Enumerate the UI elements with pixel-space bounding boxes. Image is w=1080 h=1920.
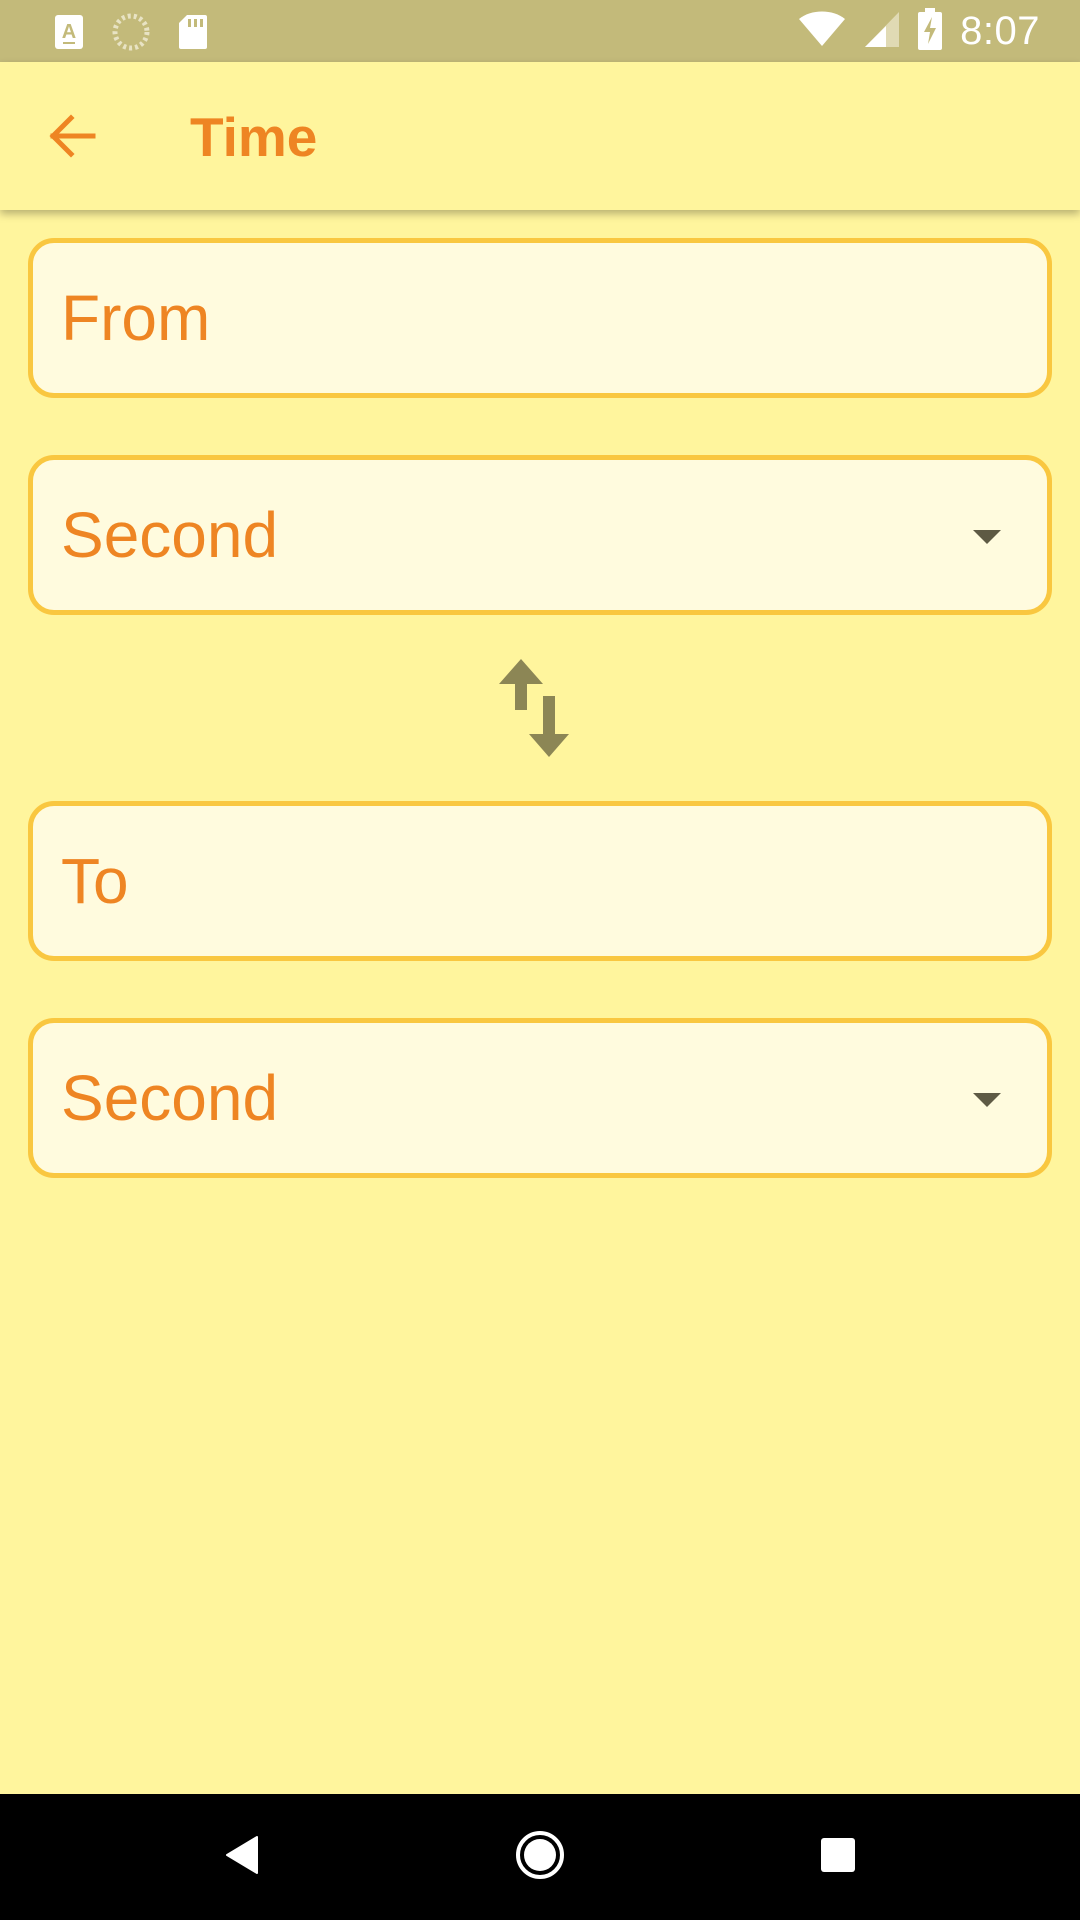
- from-unit-dropdown[interactable]: Second: [28, 455, 1052, 615]
- swap-button[interactable]: [496, 654, 584, 764]
- to-unit-dropdown[interactable]: Second: [28, 1018, 1052, 1178]
- sd-card-icon: [178, 14, 208, 55]
- swap-vert-icon: [496, 659, 584, 768]
- cell-signal-icon: [864, 10, 900, 53]
- screen: A 8:07 Time From Second To Second: [0, 0, 1080, 1920]
- page-title: Time: [190, 106, 318, 168]
- to-input[interactable]: [61, 806, 1047, 956]
- from-field[interactable]: [28, 238, 1052, 398]
- app-bar: Time: [0, 62, 1080, 210]
- status-bar-right-icons: 8:07: [798, 0, 1040, 62]
- status-bar: A 8:07: [0, 0, 1080, 62]
- dropdown-arrow-icon: [973, 530, 1001, 544]
- keyboard-a-icon: A: [54, 14, 84, 55]
- wifi-icon: [798, 10, 846, 53]
- status-bar-left-icons: A: [54, 13, 208, 56]
- nav-home-button[interactable]: [510, 1827, 570, 1887]
- nav-recents-icon: [820, 1837, 856, 1878]
- to-field[interactable]: [28, 801, 1052, 961]
- status-time: 8:07: [960, 8, 1040, 53]
- from-unit-value: Second: [61, 499, 279, 571]
- back-button[interactable]: [36, 102, 108, 174]
- nav-back-button[interactable]: [212, 1827, 272, 1887]
- to-unit-value: Second: [61, 1062, 279, 1134]
- svg-text:A: A: [62, 21, 76, 43]
- battery-charging-icon: [918, 7, 943, 55]
- nav-home-icon: [514, 1829, 566, 1886]
- dropdown-arrow-icon: [973, 1093, 1001, 1107]
- from-input[interactable]: [61, 243, 1047, 393]
- arrow-back-icon: [47, 113, 97, 163]
- navigation-bar: [0, 1794, 1080, 1920]
- loading-spinner-icon: [112, 13, 150, 56]
- nav-back-icon: [224, 1835, 260, 1880]
- nav-recents-button[interactable]: [808, 1827, 868, 1887]
